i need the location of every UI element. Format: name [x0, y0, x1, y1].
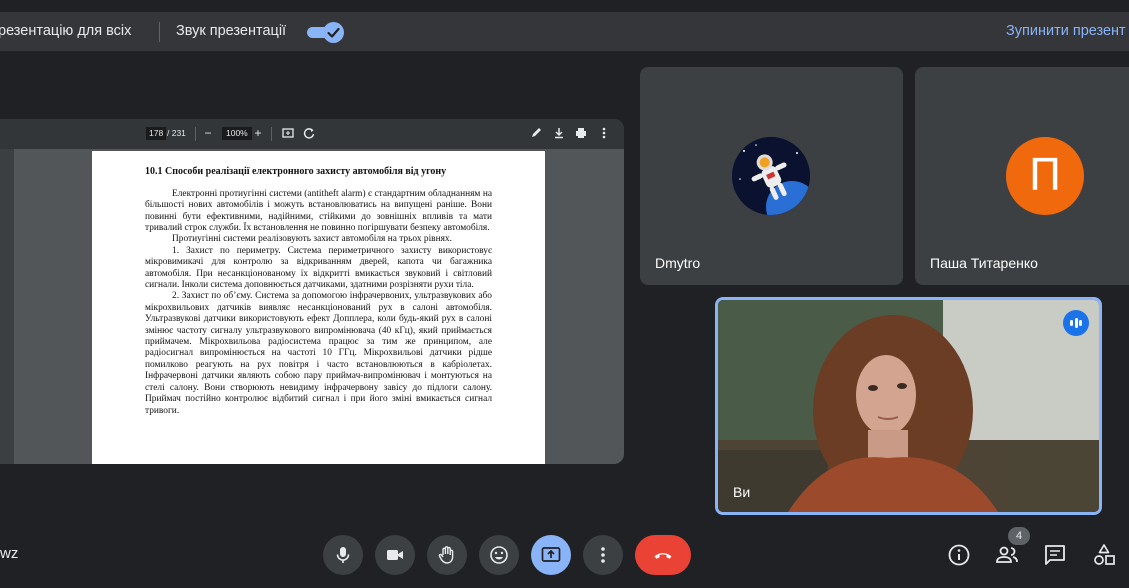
camera-video: [718, 300, 1099, 512]
participant-name: Dmytro: [655, 255, 701, 271]
activities-button[interactable]: [1091, 542, 1117, 568]
pdf-page: 10.1 Способи реалізації електронного зах…: [92, 151, 545, 464]
present-screen-icon: [541, 547, 561, 562]
speaking-indicator-icon: [1063, 310, 1089, 336]
paragraph: Електронні протиугінні системи (antithef…: [145, 188, 492, 234]
people-icon: [996, 546, 1018, 563]
fit-page-icon[interactable]: [280, 125, 296, 141]
download-icon[interactable]: [551, 125, 567, 141]
print-icon[interactable]: [573, 125, 589, 141]
participant-count-badge: 4: [1008, 527, 1030, 545]
zoom-in-icon[interactable]: +: [250, 125, 266, 141]
paragraph: 1. Захист по периметру. Система периметр…: [145, 245, 492, 291]
pdf-toolbar: 178 / 231 − 100% +: [0, 119, 624, 149]
shapes-icon: [1094, 544, 1115, 565]
emoji-icon: [490, 546, 508, 564]
astronaut-avatar: [732, 137, 810, 215]
zoom-level[interactable]: 100%: [222, 127, 252, 140]
document-text: 10.1 Способи реалізації електронного зах…: [145, 166, 492, 417]
check-icon: [327, 27, 340, 38]
presentation-bar: резентацію для всіх Звук презентації Зуп…: [0, 12, 1129, 51]
participant-tile-self[interactable]: Ви: [715, 297, 1102, 515]
camera-button[interactable]: [375, 535, 415, 575]
toolbar-divider: [195, 127, 196, 141]
participant-tile-dmytro[interactable]: Dmytro: [640, 67, 903, 285]
raise-hand-button[interactable]: [427, 535, 467, 575]
participants-button[interactable]: [994, 542, 1020, 568]
participant-name: Ви: [733, 484, 751, 500]
presentation-sound-label: Звук презентації: [176, 23, 287, 39]
document-heading: 10.1 Способи реалізації електронного зах…: [145, 166, 447, 177]
zoom-out-icon[interactable]: −: [200, 125, 216, 141]
top-strip: [0, 0, 1129, 12]
meeting-details-button[interactable]: [946, 542, 972, 568]
divider: [159, 22, 160, 42]
more-vert-icon[interactable]: [596, 125, 612, 141]
more-options-button[interactable]: [583, 535, 623, 575]
video-camera-icon: [387, 550, 403, 560]
participant-tile-pasha[interactable]: П Паша Титаренко: [915, 67, 1129, 285]
reactions-button[interactable]: [479, 535, 519, 575]
participant-name: Паша Титаренко: [930, 255, 1038, 271]
rotate-icon[interactable]: [301, 125, 317, 141]
more-vert-icon: [601, 547, 605, 563]
present-to-all-label[interactable]: резентацію для всіх: [0, 23, 131, 39]
avatar: П: [1006, 137, 1084, 215]
info-icon: [948, 544, 970, 566]
hang-up-icon: [654, 553, 672, 559]
annotate-icon[interactable]: [528, 125, 544, 141]
leave-call-button[interactable]: [635, 535, 691, 575]
toggle-knob: [323, 22, 344, 43]
meeting-code: wz: [0, 545, 19, 562]
hand-icon: [438, 546, 454, 564]
page-total: / 231: [167, 128, 186, 138]
microphone-button[interactable]: [323, 535, 363, 575]
present-now-button[interactable]: [531, 535, 571, 575]
toolbar-divider: [271, 127, 272, 141]
presentation-sound-toggle[interactable]: [307, 21, 345, 43]
shared-screen: 178 / 231 − 100% + 10.1 Способи реалізац…: [0, 119, 624, 464]
microphone-icon: [336, 547, 350, 563]
page-number-input[interactable]: 178: [146, 127, 167, 140]
paragraph: Протиугінні системи реалізовують захист …: [172, 234, 452, 245]
chat-button[interactable]: [1042, 542, 1068, 568]
pdf-sidebar-edge: [0, 149, 14, 464]
paragraph: 2. Захист по об’єму. Система за допомого…: [145, 291, 492, 416]
chat-icon: [1045, 545, 1065, 565]
stop-presenting-button[interactable]: Зупинити презент: [1006, 23, 1126, 39]
